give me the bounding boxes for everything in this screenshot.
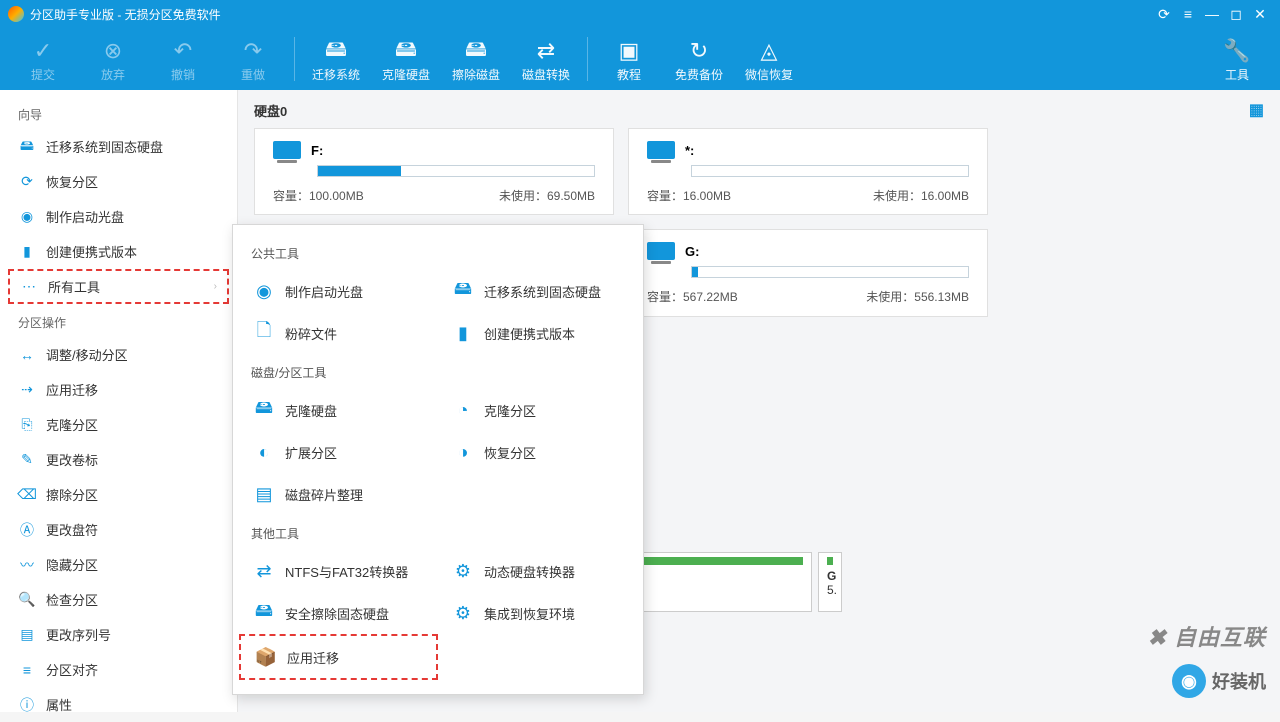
disk-header: 硬盘0	[254, 101, 287, 120]
sidebar-label[interactable]: ✎更改卷标	[0, 442, 237, 477]
sidebar-serial[interactable]: ▤更改序列号	[0, 617, 237, 652]
partition-name: G:	[685, 244, 699, 259]
clone-disk-button[interactable]: 🖴克隆硬盘	[371, 36, 441, 83]
sidebar-props[interactable]: ⓘ属性	[0, 687, 237, 722]
usage-bar	[691, 165, 969, 177]
popup-integrate[interactable]: ⚙集成到恢复环境	[438, 592, 637, 634]
sidebar-hide[interactable]: 〰隐藏分区	[0, 547, 237, 582]
redo-button[interactable]: ↷重做	[218, 36, 288, 83]
partition-card[interactable]: G: 容量：567.22MB 未使用：556.13MB	[628, 229, 988, 317]
popup-clone-part[interactable]: ◔克隆分区	[438, 389, 637, 431]
popup-ntfs-fat[interactable]: ⇄NTFS与FAT32转换器	[239, 550, 438, 592]
partition-section-header: 分区操作	[0, 304, 237, 337]
partition-name: F:	[311, 143, 323, 158]
sidebar-all-tools[interactable]: ⋯所有工具›	[8, 269, 229, 304]
undo-button[interactable]: ↶撤销	[148, 36, 218, 83]
popup-extend[interactable]: ◐扩展分区	[239, 431, 438, 473]
sidebar-boot-disc[interactable]: ◉制作启动光盘	[0, 199, 237, 234]
sidebar-recover[interactable]: ⟳恢复分区	[0, 164, 237, 199]
partition-card[interactable]: *: 容量：16.00MB 未使用：16.00MB	[628, 128, 988, 215]
drive-icon	[647, 242, 675, 260]
wechat-recover-button[interactable]: ◬微信恢复	[734, 36, 804, 83]
segment-info: 5.	[827, 583, 833, 597]
sidebar-app-migrate[interactable]: ⇢应用迁移	[0, 372, 237, 407]
minimize-icon[interactable]: —	[1200, 6, 1224, 22]
tutorial-button[interactable]: ▣教程	[594, 36, 664, 83]
sidebar-letter[interactable]: Ⓐ更改盘符	[0, 512, 237, 547]
popup-app-migrate[interactable]: 📦应用迁移	[239, 634, 438, 680]
layout-toggle-icon[interactable]: ▦	[1249, 100, 1264, 120]
capacity-label: 容量：567.22MB	[647, 288, 738, 305]
migrate-system-button[interactable]: 🖴迁移系统	[301, 36, 371, 83]
sidebar-portable[interactable]: ▮创建便携式版本	[0, 234, 237, 269]
drive-icon	[273, 141, 301, 159]
sidebar-resize[interactable]: ↔调整/移动分区	[0, 337, 237, 372]
chevron-right-icon: ›	[214, 281, 217, 292]
watermark-text: ✖ 自由互联	[1147, 620, 1266, 652]
popup-clone-disk[interactable]: 🖴克隆硬盘	[239, 389, 438, 431]
popup-disk-header: 磁盘/分区工具	[233, 354, 643, 389]
tools-button[interactable]: 🔧工具	[1202, 36, 1272, 83]
popup-boot-disc[interactable]: ◉制作启动光盘	[239, 270, 438, 312]
sidebar-clone[interactable]: ⎘克隆分区	[0, 407, 237, 442]
all-tools-popup: 公共工具 ◉制作启动光盘 🖴迁移系统到固态硬盘 🗋粉碎文件 ▮创建便携式版本 磁…	[232, 224, 644, 695]
popup-secure-erase[interactable]: 🖴安全擦除固态硬盘	[239, 592, 438, 634]
segment-name: G	[827, 569, 833, 583]
drive-icon	[647, 141, 675, 159]
app-logo-icon	[8, 6, 24, 22]
disk-strip-segment[interactable]: G5.	[818, 552, 842, 612]
maximize-icon[interactable]: ◻	[1224, 6, 1248, 23]
wizard-section-header: 向导	[0, 96, 237, 129]
popup-portable[interactable]: ▮创建便携式版本	[438, 312, 637, 354]
backup-button[interactable]: ↻免费备份	[664, 36, 734, 83]
partition-card[interactable]: F: 容量：100.00MB 未使用：69.50MB	[254, 128, 614, 215]
sidebar-migrate-ssd[interactable]: 🖴迁移系统到固态硬盘	[0, 129, 237, 164]
popup-recover[interactable]: ◑恢复分区	[438, 431, 637, 473]
sidebar-wipe[interactable]: ⌫擦除分区	[0, 477, 237, 512]
popup-other-header: 其他工具	[233, 515, 643, 550]
free-label: 未使用：16.00MB	[873, 187, 969, 204]
capacity-label: 容量：100.00MB	[273, 187, 364, 204]
usage-bar	[317, 165, 595, 177]
sidebar-check[interactable]: 🔍检查分区	[0, 582, 237, 617]
popup-dyn-conv[interactable]: ⚙动态硬盘转换器	[438, 550, 637, 592]
popup-defrag[interactable]: ▤磁盘碎片整理	[239, 473, 438, 515]
window-title: 分区助手专业版 - 无损分区免费软件	[30, 6, 221, 23]
capacity-label: 容量：16.00MB	[647, 187, 731, 204]
close-icon[interactable]: ✕	[1248, 6, 1272, 23]
popup-migrate-ssd[interactable]: 🖴迁移系统到固态硬盘	[438, 270, 637, 312]
wipe-disk-button[interactable]: 🖴擦除磁盘	[441, 36, 511, 83]
convert-disk-button[interactable]: ⇄磁盘转换	[511, 36, 581, 83]
free-label: 未使用：69.50MB	[499, 187, 595, 204]
refresh-icon[interactable]: ⟳	[1152, 6, 1176, 23]
partition-name: *:	[685, 143, 694, 158]
usage-bar	[691, 266, 969, 278]
popup-shred[interactable]: 🗋粉碎文件	[239, 312, 438, 354]
menu-icon[interactable]: ≡	[1176, 6, 1200, 22]
discard-button[interactable]: ⊗放弃	[78, 36, 148, 83]
free-label: 未使用：556.13MB	[866, 288, 969, 305]
popup-public-header: 公共工具	[233, 235, 643, 270]
submit-button[interactable]: ✓提交	[8, 36, 78, 83]
watermark-logo: ◉好装机	[1172, 664, 1266, 698]
sidebar-align[interactable]: ≡分区对齐	[0, 652, 237, 687]
